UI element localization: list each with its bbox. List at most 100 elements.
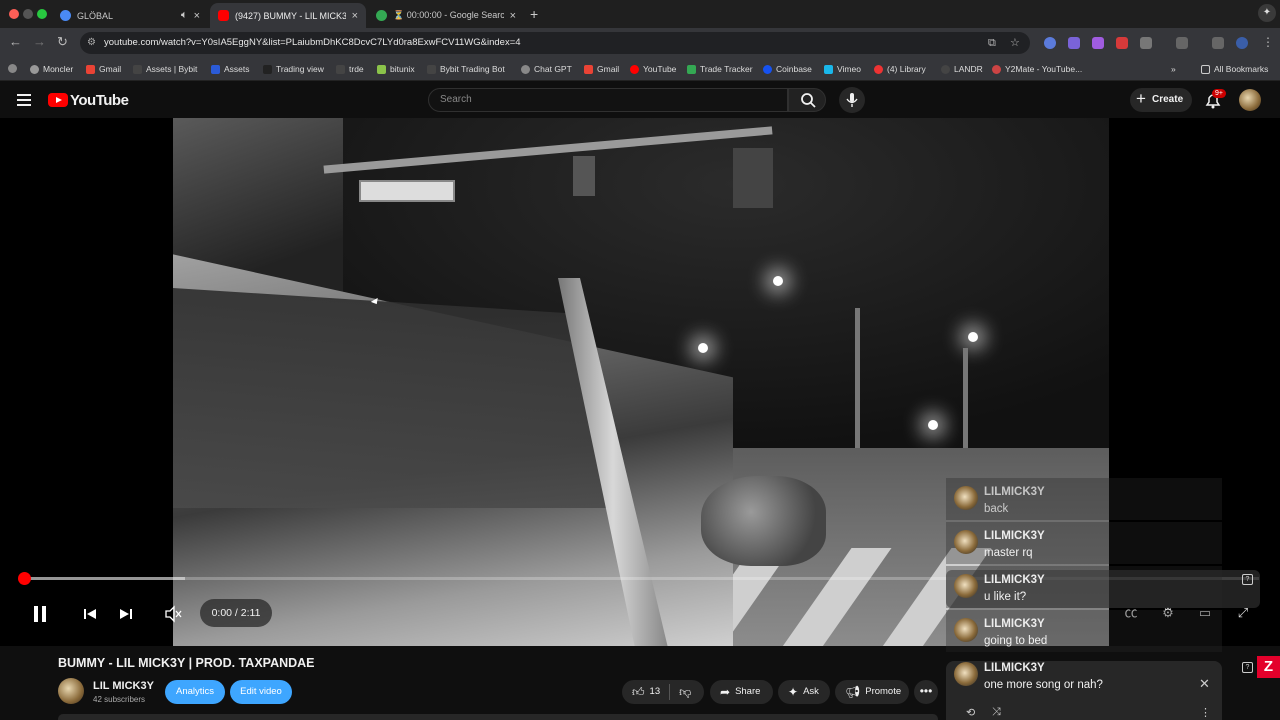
like-count[interactable]: 13 bbox=[650, 680, 661, 704]
search-icon bbox=[801, 93, 816, 108]
bookmark-bybit-trading-bot[interactable]: Bybit Trading Bot bbox=[427, 64, 505, 74]
avatar bbox=[954, 618, 978, 642]
bookmark-trade-tracker[interactable]: Trade Tracker bbox=[687, 64, 753, 74]
bookmark-chat-gpt[interactable]: Chat GPT bbox=[521, 64, 572, 74]
thumbs-up-icon[interactable]: 👍︎ bbox=[632, 680, 645, 704]
site-info-icon[interactable]: ⚙︎ bbox=[87, 32, 96, 54]
edit-video-button[interactable]: Edit video bbox=[230, 680, 292, 704]
subscriber-count: 42 subscribers bbox=[93, 695, 146, 704]
globe-icon bbox=[60, 10, 71, 21]
close-tab-icon[interactable]: × bbox=[194, 10, 200, 22]
maximize-window-button[interactable] bbox=[37, 9, 47, 19]
help-icon[interactable]: ? bbox=[1242, 662, 1253, 673]
traffic-light bbox=[573, 156, 595, 196]
url-text: youtube.com/watch?v=Y0sIA5EggNY&list=PLa… bbox=[104, 37, 521, 48]
forward-arrow-icon[interactable]: → bbox=[33, 34, 46, 49]
scrubber-handle[interactable] bbox=[18, 572, 31, 585]
extension-icon[interactable] bbox=[1044, 37, 1056, 49]
analytics-button[interactable]: Analytics bbox=[165, 680, 225, 704]
puzzle-icon[interactable] bbox=[1140, 37, 1152, 49]
bookmark-library[interactable]: (4) Library bbox=[874, 64, 926, 74]
youtube-logo-icon[interactable] bbox=[48, 93, 68, 107]
tab-global[interactable]: GLÖBAL 🔈︎ × bbox=[52, 3, 208, 28]
bookmark-trde[interactable]: trde bbox=[336, 64, 364, 74]
avatar bbox=[954, 530, 978, 554]
hamburger-menu-icon[interactable] bbox=[17, 94, 31, 106]
megaphone-icon: 📢︎ bbox=[845, 685, 861, 699]
media-control-icon[interactable] bbox=[1176, 37, 1188, 49]
bookmarks-overflow-icon[interactable]: » bbox=[1171, 64, 1176, 74]
shuffle-icon[interactable]: ⤨ bbox=[992, 706, 1001, 719]
minimize-window-button[interactable] bbox=[23, 9, 33, 19]
promote-button[interactable]: 📢︎ Promote bbox=[835, 680, 909, 704]
bookmark-bitunix[interactable]: bitunix bbox=[377, 64, 415, 74]
chat-overlay: ? ? ✕ ⟲ ⤨ ⋮ LILMICK3Y back LILMICK3Y mas… bbox=[946, 478, 1260, 720]
description-box[interactable] bbox=[58, 714, 938, 720]
close-tab-icon[interactable]: × bbox=[510, 10, 516, 22]
like-dislike-group: 👍︎ 13 👎︎ bbox=[622, 680, 704, 704]
bookmark-star-icon[interactable]: ☆ bbox=[1010, 32, 1020, 54]
youtube-logo-text[interactable]: YouTube bbox=[70, 92, 129, 109]
search-input[interactable]: Search bbox=[428, 88, 788, 112]
extension-icon[interactable] bbox=[1116, 37, 1128, 49]
share-button[interactable]: ➦ Share bbox=[710, 680, 773, 704]
tab-youtube[interactable]: (9427) BUMMY - LIL MICK3Y × bbox=[210, 3, 366, 28]
all-bookmarks[interactable]: All Bookmarks bbox=[1201, 64, 1268, 74]
pause-icon[interactable] bbox=[32, 602, 48, 626]
tab-google-search[interactable]: ⏳ 00:00:00 - Google Search × bbox=[368, 3, 524, 28]
create-button[interactable]: Create bbox=[1130, 87, 1192, 112]
back-arrow-icon[interactable]: ← bbox=[9, 34, 22, 49]
bookmarks-menu-icon[interactable] bbox=[8, 64, 17, 73]
new-tab-button[interactable]: + bbox=[530, 6, 538, 22]
bookmark-gmail[interactable]: Gmail bbox=[86, 64, 121, 74]
extension-icon[interactable] bbox=[1068, 37, 1080, 49]
thumbs-down-icon[interactable]: 👎︎ bbox=[679, 680, 691, 704]
channel-name[interactable]: LIL MICK3Y bbox=[93, 680, 154, 692]
previous-icon[interactable] bbox=[82, 602, 98, 626]
voice-search-button[interactable] bbox=[839, 87, 865, 113]
bookmark-trading-view[interactable]: Trading view bbox=[263, 64, 324, 74]
channel-avatar[interactable] bbox=[58, 678, 84, 704]
reading-list-icon[interactable] bbox=[1212, 37, 1224, 49]
video-title: BUMMY - LIL MICK3Y | PROD. TAXPANDAE bbox=[58, 656, 315, 670]
bookmark-gmail-2[interactable]: Gmail bbox=[584, 64, 619, 74]
promote-label: Promote bbox=[865, 686, 902, 697]
more-options-icon[interactable]: ⋮ bbox=[1200, 706, 1211, 719]
z-extension-logo[interactable]: Z bbox=[1257, 656, 1280, 678]
close-window-button[interactable] bbox=[9, 9, 19, 19]
ask-button[interactable]: ✦ Ask bbox=[778, 680, 830, 704]
bookmark-youtube[interactable]: YouTube bbox=[630, 64, 676, 74]
bookmark-y2mate[interactable]: Y2Mate - YouTube... bbox=[992, 64, 1082, 74]
bookmark-assets-bybit[interactable]: Assets | Bybit bbox=[133, 64, 197, 74]
traffic-light bbox=[733, 148, 773, 208]
chat-text: master rq bbox=[984, 547, 1033, 559]
extension-icon[interactable] bbox=[1092, 37, 1104, 49]
bookmark-assets[interactable]: Assets bbox=[211, 64, 250, 74]
profile-avatar-icon[interactable] bbox=[1236, 37, 1248, 49]
chat-author: LILMICK3Y bbox=[984, 574, 1045, 586]
sparkle-icon[interactable]: ✦ bbox=[1258, 4, 1276, 22]
chat-author: LILMICK3Y bbox=[984, 618, 1045, 630]
bookmark-vimeo[interactable]: Vimeo bbox=[824, 64, 861, 74]
browser-menu-icon[interactable]: ⋮ bbox=[1262, 35, 1274, 49]
search-button[interactable] bbox=[788, 88, 826, 112]
bookmark-moncler[interactable]: Moncler bbox=[30, 64, 73, 74]
speaker-icon[interactable]: 🔈︎ bbox=[181, 9, 188, 22]
chat-message: LILMICK3Y going to bed bbox=[946, 610, 1222, 652]
avatar bbox=[954, 662, 978, 686]
bookmark-coinbase[interactable]: Coinbase bbox=[763, 64, 812, 74]
help-icon[interactable]: ? bbox=[1242, 574, 1253, 585]
address-bar[interactable]: ⚙︎ youtube.com/watch?v=Y0sIA5EggNY&list=… bbox=[80, 32, 1030, 54]
ask-label: Ask bbox=[803, 686, 819, 697]
bookmark-landr[interactable]: LANDR bbox=[941, 64, 983, 74]
loop-icon[interactable]: ⟲ bbox=[966, 706, 975, 719]
mute-icon[interactable] bbox=[164, 602, 182, 626]
account-avatar[interactable] bbox=[1239, 89, 1261, 111]
sparkle-icon: ✦ bbox=[788, 685, 799, 699]
chat-text: one more song or nah? bbox=[984, 679, 1103, 691]
install-icon[interactable]: ⧉ bbox=[988, 32, 996, 54]
reload-icon[interactable]: ↻ bbox=[57, 34, 68, 50]
more-actions-button[interactable]: ••• bbox=[914, 680, 938, 704]
next-icon[interactable] bbox=[118, 602, 134, 626]
close-tab-icon[interactable]: × bbox=[352, 10, 358, 22]
